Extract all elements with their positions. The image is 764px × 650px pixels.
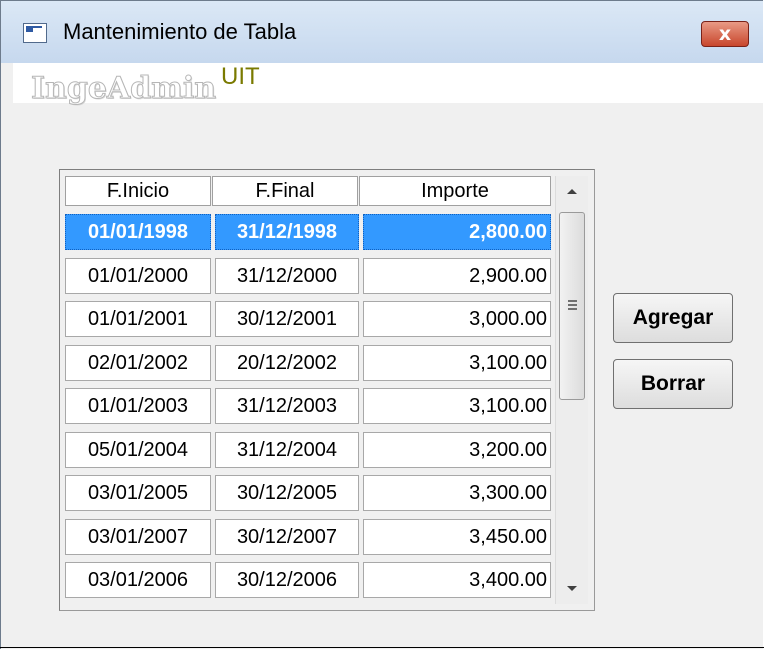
- table-cell[interactable]: 01/01/1998: [65, 214, 211, 250]
- table-cell[interactable]: 01/01/2001: [65, 301, 211, 337]
- column-header-amount[interactable]: Importe: [359, 176, 551, 206]
- table-cell[interactable]: 3,200.00: [363, 432, 551, 468]
- table-cell[interactable]: 2,800.00: [363, 214, 551, 250]
- table-cell[interactable]: 3,100.00: [363, 388, 551, 424]
- table-cell[interactable]: 01/01/2003: [65, 388, 211, 424]
- grip-line: [568, 300, 577, 302]
- logo: IngeAdmin: [30, 71, 217, 107]
- grip-line: [568, 308, 577, 310]
- table-cell[interactable]: 2,900.00: [363, 258, 551, 294]
- vertical-scrollbar[interactable]: [555, 176, 588, 604]
- table-cell[interactable]: 31/12/2003: [215, 388, 359, 424]
- window-bottom-border: [0, 647, 764, 648]
- table-cell[interactable]: 30/12/2005: [215, 475, 359, 511]
- table-cell[interactable]: 03/01/2005: [65, 475, 211, 511]
- window-title: Mantenimiento de Tabla: [63, 19, 297, 44]
- table-cell[interactable]: 30/12/2001: [215, 301, 359, 337]
- column-header-start-date[interactable]: F.Inicio: [65, 176, 211, 206]
- table-cell[interactable]: 3,000.00: [363, 301, 551, 337]
- table-cell[interactable]: 31/12/1998: [215, 214, 359, 250]
- table-cell[interactable]: 31/12/2000: [215, 258, 359, 294]
- delete-button[interactable]: Borrar: [613, 359, 733, 409]
- table-cell[interactable]: 3,400.00: [363, 562, 551, 598]
- window-icon: [23, 23, 47, 43]
- table-cell[interactable]: 01/01/2000: [65, 258, 211, 294]
- table-cell[interactable]: 02/01/2002: [65, 345, 211, 381]
- table-cell[interactable]: 03/01/2006: [65, 562, 211, 598]
- table-cell[interactable]: 05/01/2004: [65, 432, 211, 468]
- dialog-window: Mantenimiento de Tabla x IngeAdmin UIT F…: [0, 0, 764, 649]
- table-cell[interactable]: 3,300.00: [363, 475, 551, 511]
- scroll-thumb[interactable]: [559, 212, 585, 400]
- add-button[interactable]: Agregar: [613, 293, 733, 343]
- table-cell[interactable]: 03/01/2007: [65, 519, 211, 555]
- table-cell[interactable]: 3,100.00: [363, 345, 551, 381]
- table-cell[interactable]: 31/12/2004: [215, 432, 359, 468]
- title-bar[interactable]: Mantenimiento de Tabla x: [1, 1, 763, 63]
- table-name-label: UIT: [221, 63, 260, 90]
- table-cell[interactable]: 30/12/2006: [215, 562, 359, 598]
- scroll-up-arrow-icon[interactable]: [556, 176, 588, 208]
- scroll-down-arrow-icon[interactable]: [556, 572, 588, 604]
- table-cell[interactable]: 20/12/2002: [215, 345, 359, 381]
- grip-line: [568, 304, 577, 306]
- table-cell[interactable]: 30/12/2007: [215, 519, 359, 555]
- column-header-end-date[interactable]: F.Final: [212, 176, 358, 206]
- close-button[interactable]: x: [701, 21, 749, 47]
- table-cell[interactable]: 3,450.00: [363, 519, 551, 555]
